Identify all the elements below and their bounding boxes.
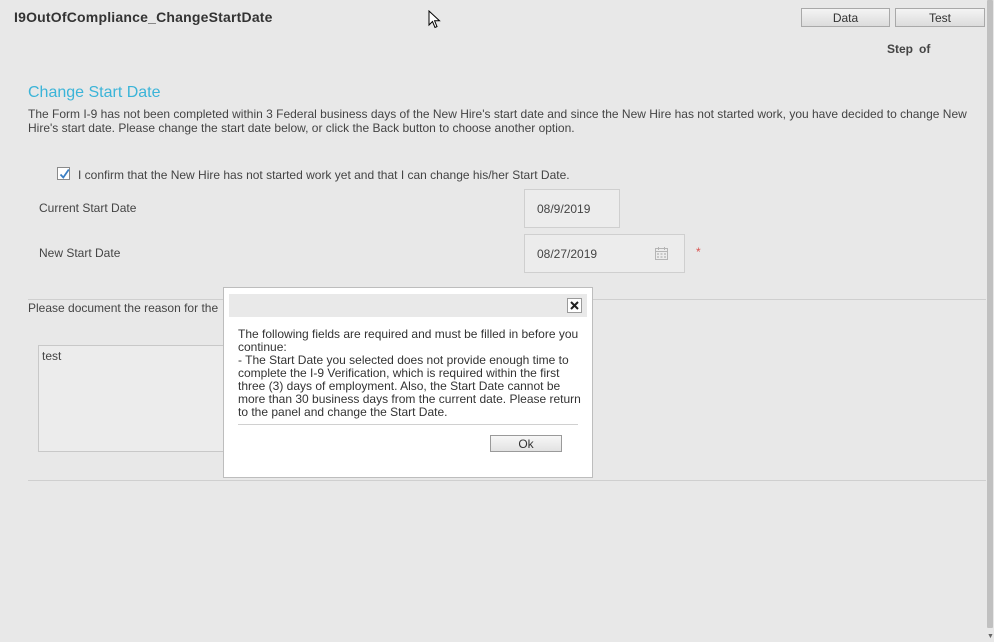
- dialog-message: The following fields are required and mu…: [238, 328, 583, 419]
- dialog-divider: [238, 424, 578, 425]
- new-start-date-value: 08/27/2019: [537, 246, 598, 261]
- step-of-label: of: [919, 42, 931, 56]
- scrollbar-thumb[interactable]: [987, 0, 993, 628]
- ok-button[interactable]: Ok: [490, 435, 562, 452]
- dialog-titlebar: [229, 294, 587, 317]
- confirm-label: I confirm that the New Hire has not star…: [78, 168, 570, 182]
- checkmark-icon: [59, 168, 70, 179]
- divider: [28, 480, 986, 481]
- vertical-scrollbar[interactable]: ▼: [986, 0, 994, 642]
- reason-textarea[interactable]: test: [38, 345, 228, 452]
- confirm-checkbox[interactable]: [57, 167, 70, 180]
- mouse-cursor-icon: [428, 9, 441, 34]
- step-label: Step: [887, 42, 914, 56]
- scroll-down-icon[interactable]: ▼: [987, 633, 994, 640]
- app-title: I9OutOfCompliance_ChangeStartDate: [14, 9, 273, 25]
- dialog-message-intro: The following fields are required and mu…: [238, 327, 579, 354]
- validation-dialog: The following fields are required and mu…: [223, 287, 593, 478]
- section-title: Change Start Date: [28, 84, 161, 101]
- step-indicator: Step of: [887, 42, 936, 56]
- intro-text: The Form I-9 has not been completed with…: [28, 107, 967, 135]
- new-start-date-label: New Start Date: [39, 246, 121, 260]
- new-start-date-field[interactable]: 08/27/2019: [524, 234, 685, 273]
- dialog-message-detail: - The Start Date you selected does not p…: [238, 353, 581, 419]
- data-button[interactable]: Data: [801, 8, 890, 27]
- required-marker: *: [696, 245, 701, 259]
- current-start-date-label: Current Start Date: [39, 201, 137, 215]
- close-button[interactable]: [567, 298, 582, 313]
- reason-label: Please document the reason for the: [28, 301, 219, 315]
- calendar-icon[interactable]: [655, 247, 668, 263]
- current-start-date-field: 08/9/2019: [524, 189, 620, 228]
- close-icon: [570, 301, 579, 310]
- test-button[interactable]: Test: [895, 8, 985, 27]
